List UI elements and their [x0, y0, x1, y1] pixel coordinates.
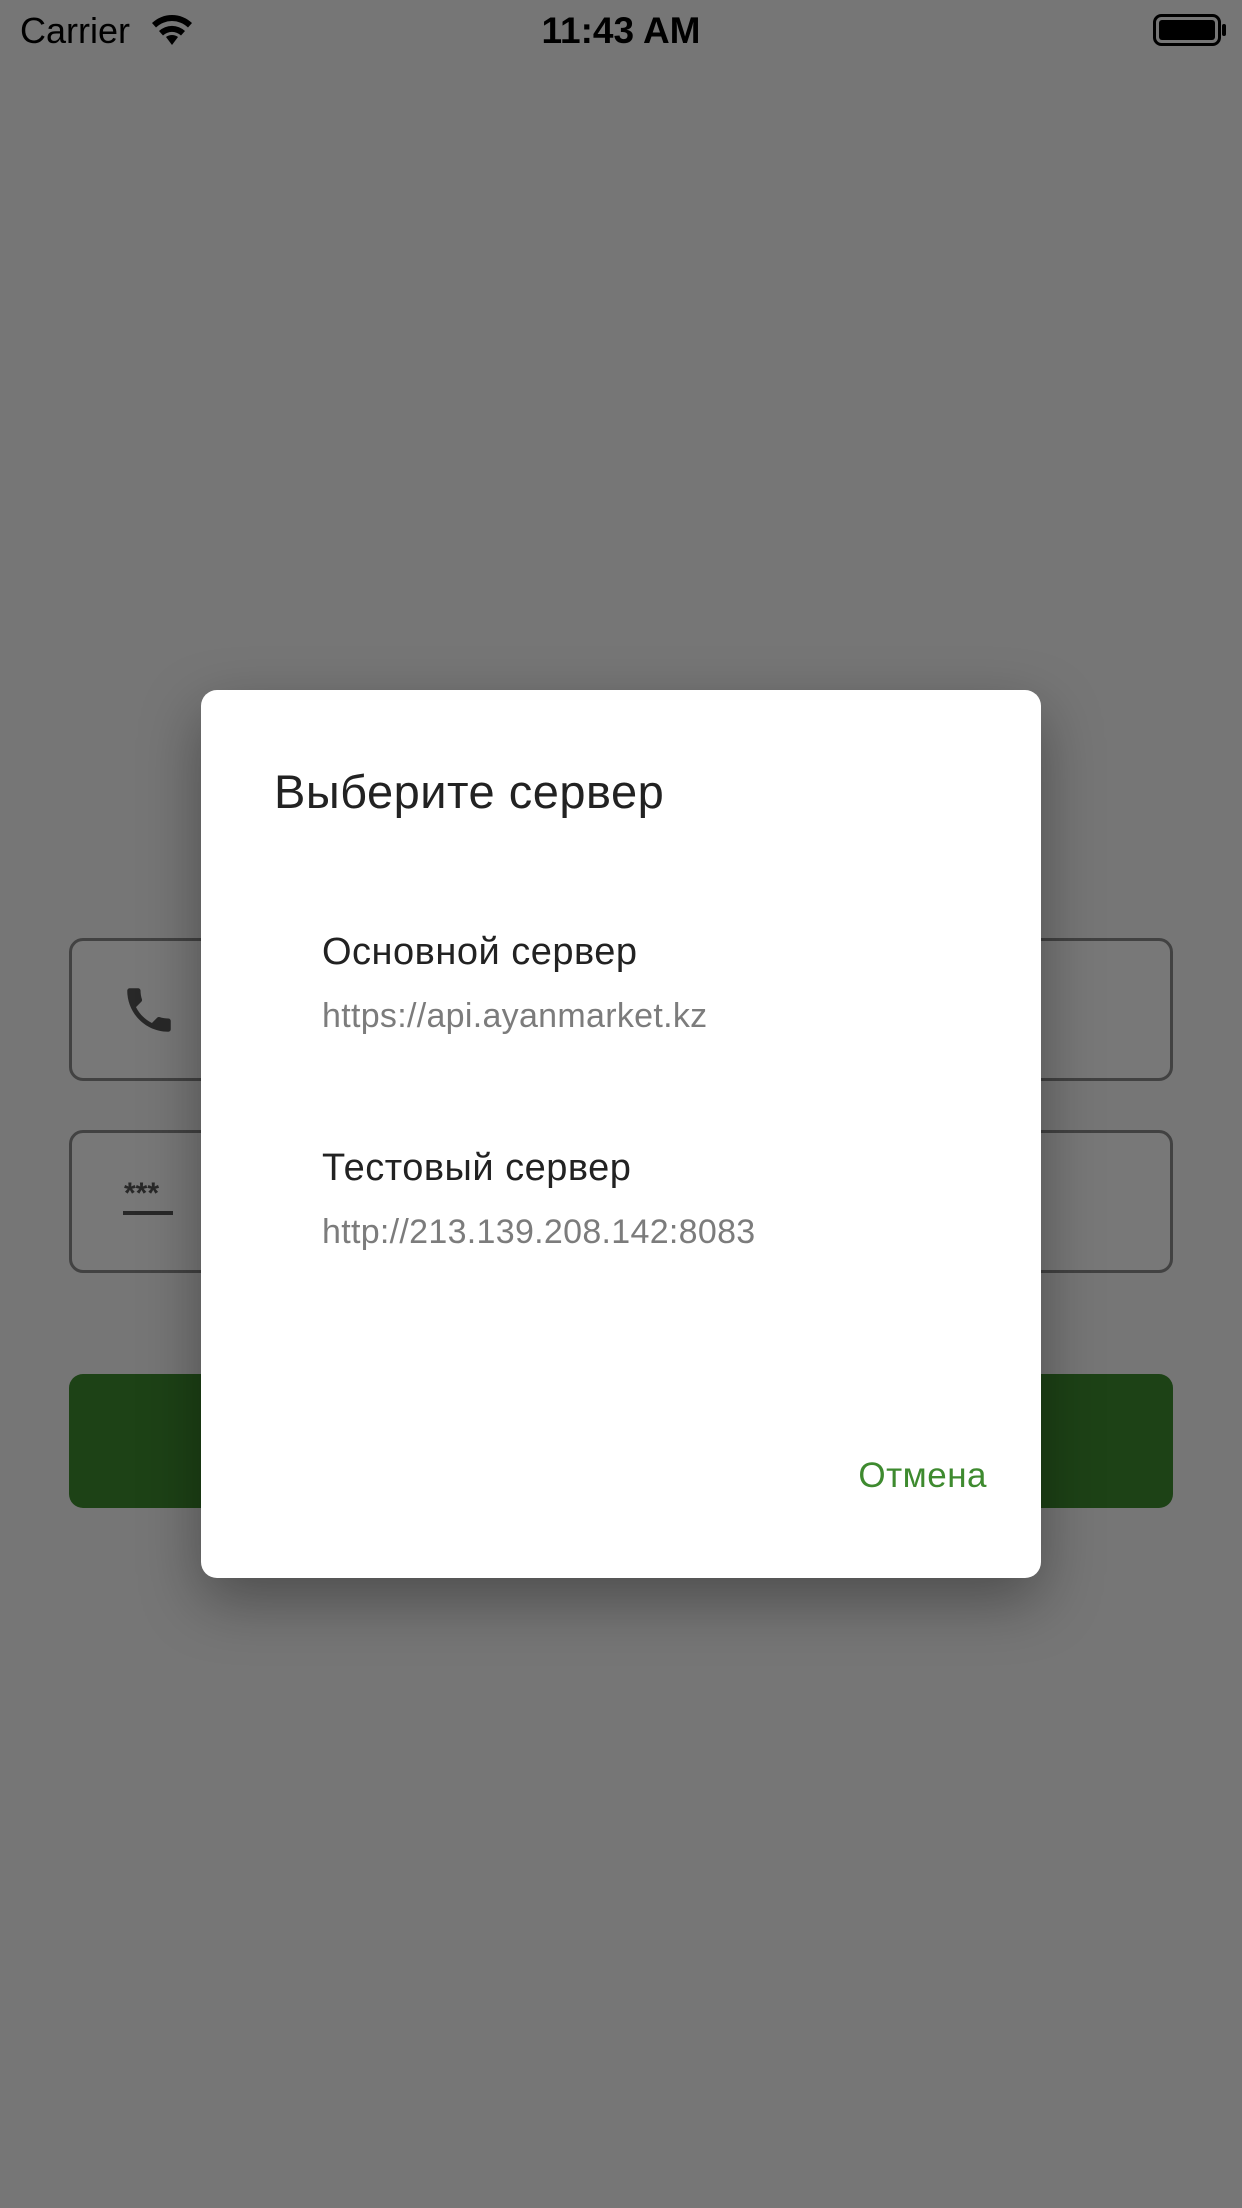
server-option-main[interactable]: Основной сервер https://api.ayanmarket.k…: [201, 925, 1041, 1105]
status-bar: Carrier 11:43 AM: [0, 0, 1242, 60]
dialog-title: Выберите сервер: [274, 765, 665, 818]
server-option-name: Основной сервер: [322, 931, 638, 973]
battery-icon: [1153, 14, 1226, 46]
clock: 11:43 AM: [541, 10, 701, 51]
server-option-test[interactable]: Тестовый сервер http://213.139.208.142:8…: [201, 1141, 1041, 1321]
server-select-dialog: Выберите сервер Основной сервер https://…: [201, 690, 1041, 1578]
cancel-button[interactable]: Отмена: [858, 1456, 987, 1496]
server-option-name: Тестовый сервер: [322, 1147, 632, 1189]
server-option-url: http://213.139.208.142:8083: [322, 1213, 756, 1251]
server-option-url: https://api.ayanmarket.kz: [322, 997, 708, 1035]
